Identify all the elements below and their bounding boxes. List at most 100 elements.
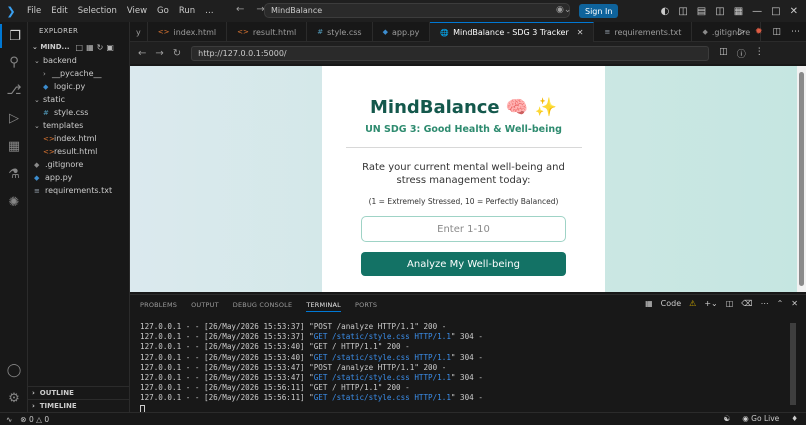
panel-tab[interactable]: PORTS: [355, 301, 377, 312]
log-prefix: 127.0.0.1 - - [26/May/2026 15:53:37] ": [140, 332, 314, 342]
tree-item[interactable]: <> result.html: [28, 145, 129, 158]
menu-bar: File Edit Selection View Go Run…: [22, 6, 219, 16]
menu-item[interactable]: …: [200, 6, 219, 16]
vscode-logo-icon: ❯: [6, 4, 16, 18]
webview-scrollbar[interactable]: [797, 66, 806, 292]
extensions-icon[interactable]: ▦: [0, 134, 28, 158]
notifications-icon[interactable]: ♦: [791, 414, 798, 423]
tree-item[interactable]: ◆ .gitignore: [28, 158, 129, 171]
log-request: GET / HTTP/1.1: [313, 342, 378, 352]
tree-item[interactable]: <> index.html: [28, 132, 129, 145]
minimize-icon[interactable]: —: [752, 6, 762, 17]
tab-py[interactable]: ◆ app.py: [373, 22, 431, 42]
more-icon[interactable]: ⋯: [761, 299, 769, 308]
terminal-name[interactable]: Code: [661, 299, 681, 308]
tab-label: MindBalance - SDG 3 Tracker: [453, 28, 569, 37]
close-panel-icon[interactable]: ✕: [791, 299, 798, 308]
tree-item[interactable]: ◆ logic.py: [28, 80, 129, 93]
scale-hint: (1 = Extremely Stressed, 10 = Perfectly …: [368, 197, 559, 206]
log-request: POST /analyze HTTP/1.1: [313, 322, 415, 331]
tree-item[interactable]: ⌄ backend: [28, 54, 129, 67]
terminal-scrollbar[interactable]: [790, 323, 796, 405]
tree-item[interactable]: ◆ app.py: [28, 171, 129, 184]
tree-item-label: result.html: [54, 147, 98, 156]
split-terminal-icon[interactable]: ◫: [726, 299, 734, 308]
copilot-icon[interactable]: ◉⌄: [556, 5, 571, 15]
analyze-button[interactable]: Analyze My Well-being: [361, 252, 566, 276]
info-icon[interactable]: ⓘ: [737, 47, 746, 60]
back-arrow-icon[interactable]: ←: [236, 4, 244, 15]
trash-icon[interactable]: ⌫: [741, 299, 752, 308]
menu-item[interactable]: Edit: [46, 6, 72, 16]
panel-tab[interactable]: TERMINAL: [306, 301, 341, 312]
browser-back-icon[interactable]: ←: [138, 48, 146, 59]
go-live-button[interactable]: ◉ Go Live: [742, 414, 779, 423]
tree-item[interactable]: ⌄ templates: [28, 119, 129, 132]
editor-tabs: y <> index.html <> result.html # style.css ◆ ap…: [130, 22, 806, 42]
run-icon[interactable]: ▷: [738, 27, 745, 37]
run-debug-icon[interactable]: ▷: [0, 106, 28, 130]
log-status: " 304 -: [450, 352, 483, 362]
chevron-down-icon: ⌄: [34, 95, 40, 104]
maximize-icon[interactable]: □: [771, 6, 780, 17]
tab-globe[interactable]: 🌐 MindBalance - SDG 3 Tracker ✕: [430, 22, 595, 42]
more-icon[interactable]: ⋮: [755, 47, 764, 60]
outline-section[interactable]: › OUTLINE: [28, 386, 130, 399]
terminal-line: 127.0.0.1 - - [26/May/2026 15:53:47] "GE…: [140, 373, 483, 383]
close-icon[interactable]: ✕: [790, 6, 798, 17]
tree-item[interactable]: ≡ requirements.txt: [28, 184, 129, 197]
timeline-section[interactable]: › TIMELINE: [28, 399, 130, 412]
menu-item[interactable]: File: [22, 6, 46, 16]
explorer-actions[interactable]: □▦↻▣: [76, 43, 117, 52]
wellbeing-input[interactable]: Enter 1-10: [361, 216, 566, 242]
close-tab-icon[interactable]: ✕: [577, 28, 584, 37]
explorer-icon[interactable]: ❐: [0, 24, 28, 48]
new-terminal-icon[interactable]: +⌄: [704, 299, 717, 308]
search-icon[interactable]: ⚲: [0, 50, 28, 74]
panel-tab[interactable]: OUTPUT: [191, 301, 219, 312]
menu-item[interactable]: View: [122, 6, 152, 16]
toggle-sidebar-icon[interactable]: ◫: [678, 6, 687, 17]
menu-item[interactable]: Go: [152, 6, 174, 16]
testing-icon[interactable]: ⚗: [0, 162, 28, 186]
maximize-panel-icon[interactable]: ⌃: [777, 299, 784, 308]
more-actions-icon[interactable]: ⋯: [791, 27, 800, 37]
toggle-panel-icon[interactable]: ▤: [697, 6, 706, 17]
tree-item[interactable]: ⌄ static: [28, 93, 129, 106]
panel-tab[interactable]: PROBLEMS: [140, 301, 177, 312]
source-control-icon[interactable]: ⎇: [0, 78, 28, 102]
toggle-secondary-sidebar-icon[interactable]: ◫: [715, 6, 724, 17]
accounts-icon[interactable]: ◐: [661, 6, 670, 17]
debug-icon[interactable]: ✹: [755, 27, 763, 37]
terminal-output[interactable]: 127.0.0.1 - - [26/May/2026 15:53:37] "PO…: [140, 322, 483, 414]
tab-html[interactable]: <> result.html: [227, 22, 308, 42]
error-icon: ⊗: [20, 414, 27, 424]
copilot-chat-icon[interactable]: ✺: [0, 190, 28, 214]
sign-in-button[interactable]: Sign In: [579, 4, 619, 18]
tree-item[interactable]: # style.css: [28, 106, 129, 119]
tab-actions: ▷ ✹ ◫ ⋯: [738, 22, 800, 42]
tab-html[interactable]: <> index.html: [148, 22, 228, 42]
project-header[interactable]: ⌄ MIND... □▦↻▣: [28, 40, 129, 54]
tab-overflow[interactable]: y: [130, 22, 148, 42]
settings-gear-icon[interactable]: ⚙: [0, 386, 28, 410]
panel-tab[interactable]: DEBUG CONSOLE: [233, 301, 293, 312]
customize-layout-icon[interactable]: ▦: [734, 6, 743, 17]
menu-item[interactable]: Run: [174, 6, 200, 16]
scrollbar-thumb[interactable]: [799, 72, 804, 286]
ports-icon[interactable]: ☯: [723, 414, 730, 423]
account-icon[interactable]: ◯: [0, 358, 28, 382]
remote-icon[interactable]: ∿: [6, 415, 12, 424]
command-center-search[interactable]: MindBalance: [264, 3, 570, 18]
menu-item[interactable]: Selection: [73, 6, 122, 16]
browser-forward-icon[interactable]: →: [155, 48, 163, 59]
open-external-icon[interactable]: ◫: [719, 47, 728, 60]
tab-txt[interactable]: ≡ requirements.txt: [594, 22, 693, 42]
url-input[interactable]: http://127.0.0.1:5000/: [191, 45, 710, 61]
tab-css[interactable]: # style.css: [307, 22, 373, 42]
tree-item[interactable]: › __pycache__: [28, 67, 129, 80]
vscode-window: ❯ File Edit Selection View Go Run… ← → MindBa…: [0, 0, 806, 425]
browser-reload-icon[interactable]: ↻: [173, 48, 181, 59]
split-editor-icon[interactable]: ◫: [772, 27, 781, 37]
problems-indicator[interactable]: ⊗ 0 △ 0: [20, 415, 49, 424]
